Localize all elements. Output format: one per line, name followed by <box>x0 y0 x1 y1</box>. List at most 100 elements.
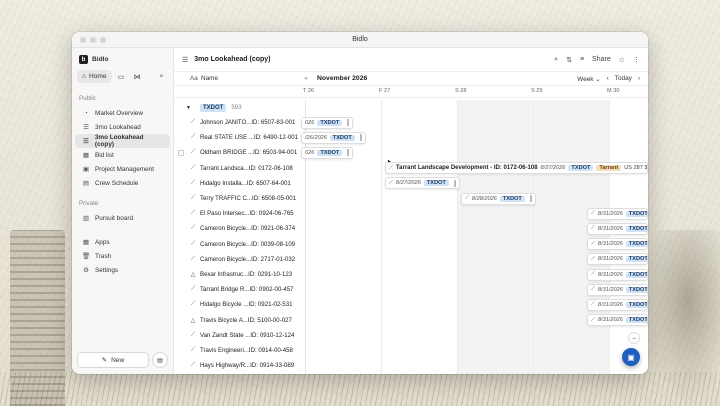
table-row[interactable]: ⟋ Hays Highway/R...ID: 0914-33-089 <box>174 358 306 373</box>
timeline-bar[interactable]: 026 TXDOT <box>301 146 354 159</box>
row-checkbox[interactable] <box>178 317 184 323</box>
timeline-bar[interactable]: ⟋ 8/31/2026 TXDOT <box>587 314 648 327</box>
chevron-down-icon: ⌄ <box>595 75 601 83</box>
timeline-bar[interactable]: ⟋ 8/31/2026 TXDOT <box>587 283 648 296</box>
table-row[interactable]: ⟋ Cameron Bicycle...ID: 0039-08-109 <box>174 237 306 252</box>
resize-handle[interactable] <box>453 179 456 187</box>
resize-handle[interactable] <box>359 134 362 142</box>
timeline-bar[interactable]: ⟋ 8/31/2026 TXDOT <box>587 268 648 281</box>
table-row[interactable]: ⟋ Real STATE USE ...ID: 6490-12-001 <box>174 130 306 145</box>
row-checkbox[interactable] <box>178 180 184 186</box>
minimize-window-button[interactable] <box>90 37 96 43</box>
road-icon: ⟋ <box>190 240 196 247</box>
table-row[interactable]: ⟋ Tarrant Bridge R...ID: 0902-00-457 <box>174 282 306 297</box>
maximize-window-button[interactable] <box>100 37 106 43</box>
sidebar-item[interactable]: ▣ Project Management <box>75 162 170 176</box>
sidebar-search-icon[interactable]: ⌕ <box>155 70 168 83</box>
row-checkbox[interactable] <box>178 165 184 171</box>
table-row[interactable]: ⟋ Tarrant Landsca...ID: 0172-06-108 <box>174 161 306 176</box>
row-checkbox[interactable] <box>178 120 184 126</box>
weekend-column <box>533 100 609 374</box>
inbox-icon[interactable]: ▤ <box>152 352 168 368</box>
workspace-switcher[interactable]: b Bidlo <box>72 48 173 68</box>
sidebar-item[interactable]: ☰ 3mo Lookahead <box>75 120 170 134</box>
table-row[interactable]: △ Bexar Infrastruc...ID: 0291-10-123 <box>174 267 306 282</box>
name-column-header[interactable]: Name <box>201 75 295 82</box>
timeline-bar[interactable]: ⟋ Tarrant Landscape Development - ID: 017… <box>385 162 648 175</box>
today-button[interactable]: Today <box>615 75 632 82</box>
sidebar-item[interactable]: ▥ Pursuit board <box>75 211 170 225</box>
timeline-bar[interactable]: ⟋ 8/31/2026 TXDOT <box>587 238 648 251</box>
close-window-button[interactable] <box>80 37 86 43</box>
row-checkbox[interactable] <box>178 287 184 293</box>
row-checkbox[interactable] <box>178 211 184 217</box>
timeline-bar[interactable]: ⟋ 8/27/2026 TXDOT <box>385 177 460 190</box>
filter-icon[interactable]: ≡ <box>580 56 584 63</box>
timeline-bar[interactable]: ⟋ 8/31/2026 TXDOT <box>587 222 648 235</box>
sidebar-item[interactable]: ▦ Bid list <box>75 148 170 162</box>
prev-period-button[interactable]: ‹ <box>607 75 609 82</box>
row-checkbox[interactable] <box>178 241 184 247</box>
share-network-icon[interactable]: ⋈ <box>131 70 144 83</box>
resize-handle[interactable] <box>347 119 350 126</box>
messages-icon[interactable]: ▭ <box>115 70 128 83</box>
table-row[interactable]: ⟋ Cameron Bicycle...ID: 0921-06-374 <box>174 221 306 236</box>
table-row[interactable]: ⟋ Travis Engineeri...ID: 0914-00-458 <box>174 343 306 358</box>
timeline-bar[interactable]: ⟋ 8/31/2026 TXDOT <box>587 253 648 266</box>
home-button[interactable]: ⌂ Home <box>77 70 112 83</box>
timeline-bar[interactable]: 026 TXDOT <box>301 116 354 129</box>
home-icon: ⌂ <box>82 73 86 80</box>
chat-fab-button[interactable]: ▣ <box>622 348 640 366</box>
search-icon[interactable]: ⌕ <box>554 56 558 64</box>
sidebar-item[interactable]: ▤ Crew Schedule <box>75 176 170 190</box>
list-icon: ☰ <box>83 124 89 131</box>
timeline-controls: Week ⌄ ‹ Today › <box>577 75 640 83</box>
table-row[interactable]: ⟋ El Paso Intersec...ID: 0924-06-765 <box>174 206 306 221</box>
sort-icon[interactable]: ⇅ <box>566 56 572 64</box>
share-button[interactable]: Share <box>592 56 611 63</box>
row-checkbox[interactable] <box>178 256 184 262</box>
more-options-icon[interactable]: ⋮ <box>633 56 640 64</box>
bar-date: 8/31/2026 <box>597 241 623 248</box>
sidebar-item[interactable]: ◔ Market Overview <box>75 106 170 120</box>
caret-down-icon[interactable]: ▼ <box>186 105 192 111</box>
timeline-bar[interactable]: /26/2026 TXDOT <box>301 131 366 144</box>
zoom-select[interactable]: Week ⌄ <box>577 75 600 83</box>
row-checkbox[interactable] <box>178 302 184 308</box>
table-row[interactable]: ⟋ Oldham BRIDGE ...ID: 6503-94-001 <box>174 145 306 160</box>
table-row[interactable]: ⟋ Terry TRAFFIC C...ID: 6508-05-001 <box>174 191 306 206</box>
row-checkbox[interactable] <box>178 196 184 202</box>
table-row[interactable]: ⟋ Hidalgo Installa...ID: 6507-64-001 <box>174 176 306 191</box>
resize-handle[interactable] <box>347 149 350 157</box>
table-row[interactable]: ⟋ Van Zandt State ...ID: 0910-12-124 <box>174 328 306 343</box>
timeline-bar[interactable]: ⟋ 8/31/2026 TXDOT <box>587 298 648 311</box>
day-label: M 30 <box>607 88 620 94</box>
sidebar-item[interactable]: 🗑 Trash <box>75 249 170 263</box>
row-checkbox[interactable] <box>178 135 184 141</box>
table-row[interactable]: ⟋ Cameron Bicycle...ID: 2717-01-032 <box>174 252 306 267</box>
sidebar-item[interactable]: ☰ 3mo Lookahead (copy) <box>75 134 170 148</box>
row-checkbox[interactable] <box>178 226 184 232</box>
public-list: ◔ Market Overview ☰ 3mo Lookahead ☰ 3mo Looka… <box>72 106 173 190</box>
timeline-bar[interactable]: ⟋ 8/28/2026 TXDOT <box>461 192 536 205</box>
row-checkbox[interactable] <box>178 363 184 369</box>
table-row[interactable]: ⟋ Johnson JANITO...ID: 6507-83-001 <box>174 115 306 130</box>
collapse-table-button[interactable]: « <box>295 75 317 82</box>
timeline-bar[interactable]: ⟋ 8/31/2026 TXDOT <box>587 207 648 220</box>
row-checkbox[interactable] <box>178 348 184 354</box>
scroll-right-button[interactable]: → <box>628 332 640 344</box>
sidebar-item[interactable]: ⚙ Settings <box>75 263 170 277</box>
row-checkbox[interactable] <box>178 149 184 156</box>
resize-handle[interactable] <box>529 195 532 202</box>
favorite-star-icon[interactable]: ☆ <box>619 56 625 64</box>
sidebar-item[interactable]: ▦ Apps <box>75 235 170 249</box>
table-row[interactable]: ⟋ Hidalgo Bicycle ...ID: 0921-02-531 <box>174 297 306 312</box>
bar-tag: TXDOT <box>625 301 647 308</box>
new-button[interactable]: ✎ New <box>77 352 149 368</box>
row-checkbox[interactable] <box>178 332 184 338</box>
group-header-txdot[interactable]: ▼ TXDOT 593 <box>174 100 242 115</box>
row-checkbox[interactable] <box>178 272 184 278</box>
table-row[interactable]: △ Travis Bicycle A...ID: 5100-00-027 <box>174 313 306 328</box>
next-period-button[interactable]: › <box>638 75 640 82</box>
timeline-grid: ▼ TXDOT 593 ⟋ Johnson JANITO...ID: 6507-8… <box>174 100 648 374</box>
